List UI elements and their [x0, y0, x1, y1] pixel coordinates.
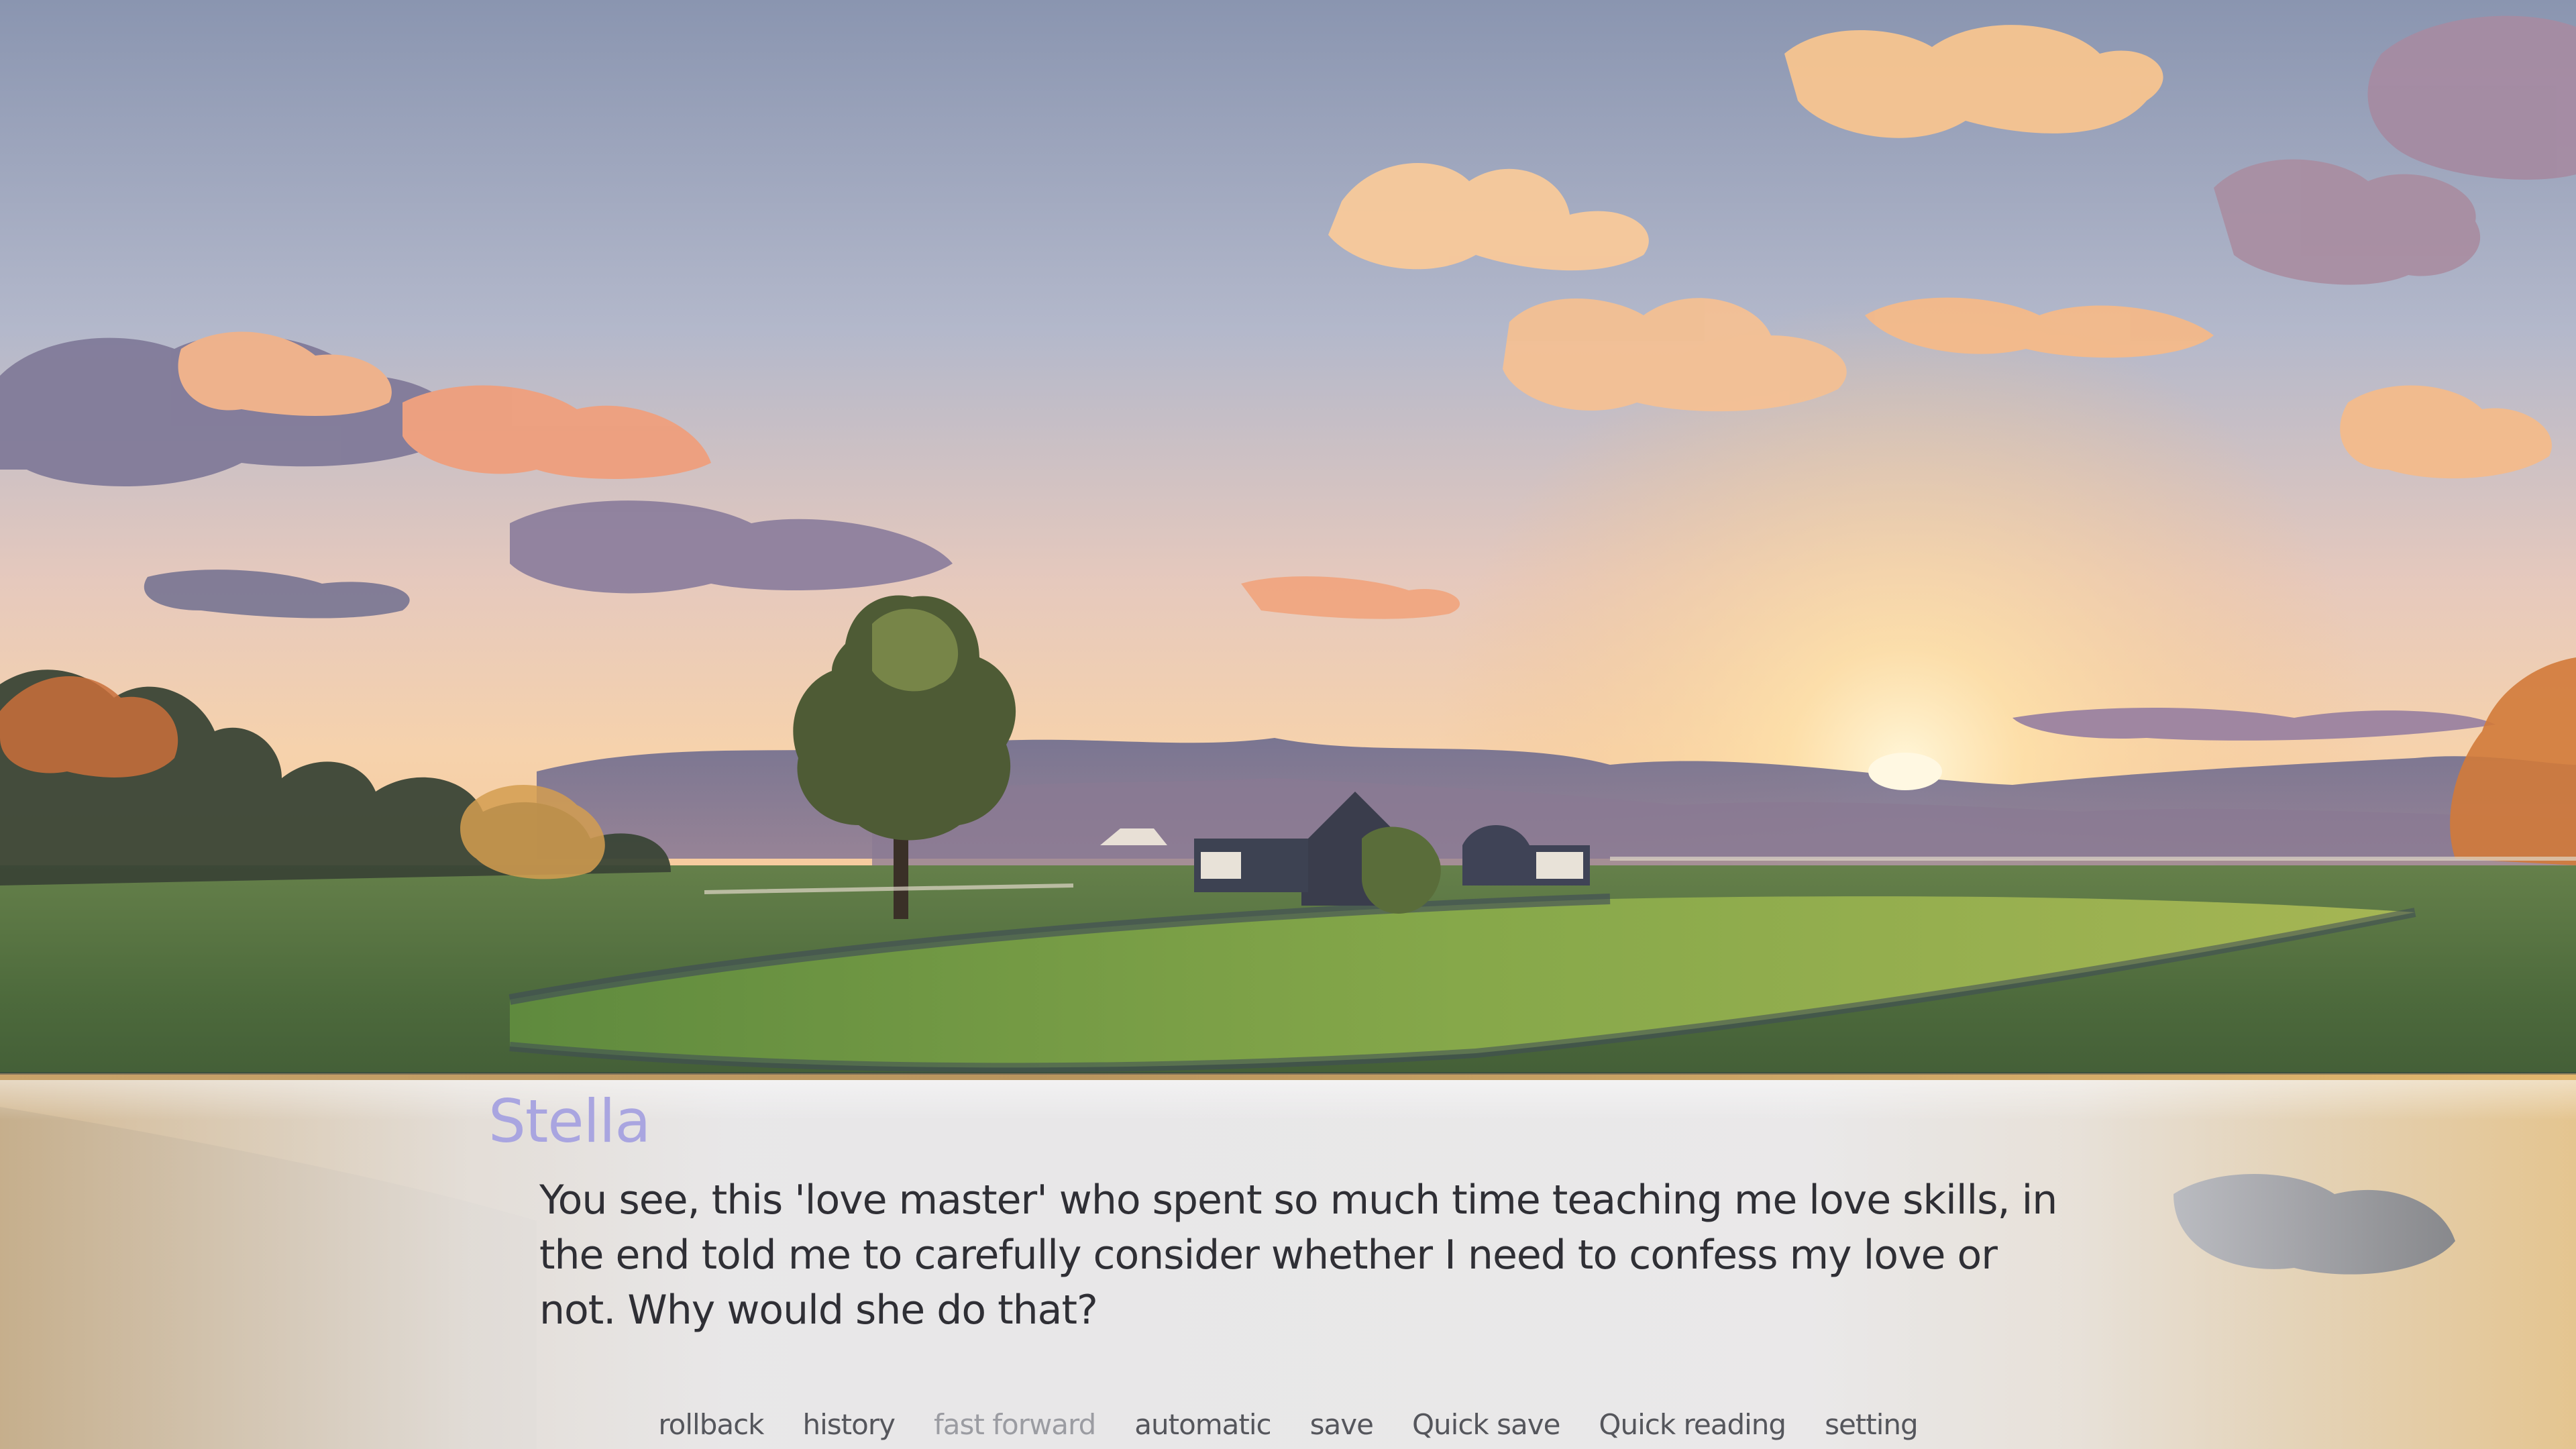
fast-forward-button[interactable]: fast forward [914, 1406, 1115, 1446]
quick-save-button[interactable]: Quick save [1393, 1406, 1579, 1446]
setting-button[interactable]: setting [1805, 1406, 1937, 1446]
quick-reading-button[interactable]: Quick reading [1579, 1406, 1805, 1446]
save-button[interactable]: save [1291, 1406, 1393, 1446]
automatic-button[interactable]: automatic [1115, 1406, 1290, 1446]
speaker-name: Stella [488, 1087, 651, 1156]
rollback-button[interactable]: rollback [639, 1406, 783, 1446]
history-button[interactable]: history [784, 1406, 914, 1446]
dialogue-text: You see, this 'love master' who spent so… [539, 1177, 2057, 1334]
quick-menu: rollback history fast forward automatic … [0, 1406, 2576, 1446]
